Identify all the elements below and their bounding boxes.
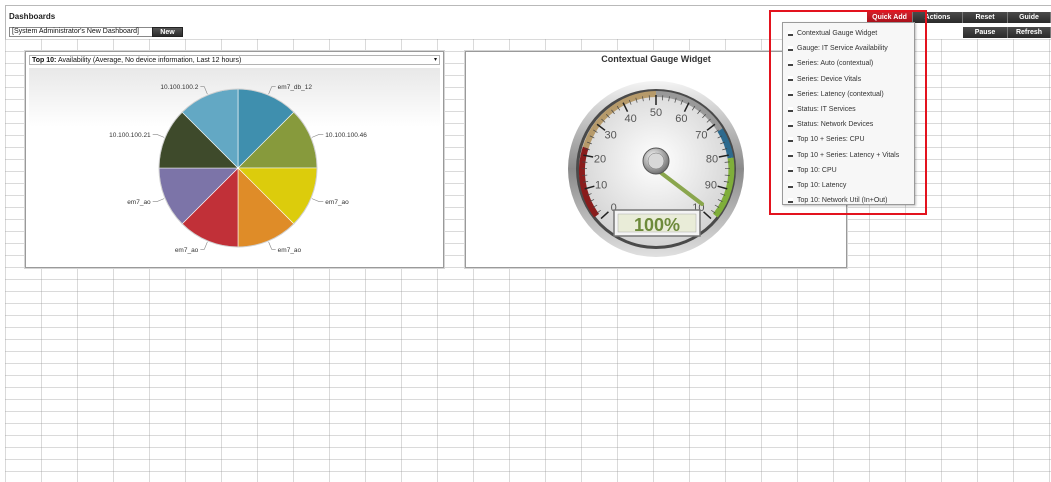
widget-icon: [788, 182, 793, 188]
widget-icon: [788, 30, 793, 36]
new-dashboard-button[interactable]: New: [152, 27, 183, 37]
gauge-tick-label: 80: [706, 153, 718, 165]
pie-slice-label: 10.100.100.46: [325, 132, 367, 139]
pie-label-leader: [311, 134, 324, 138]
widget-icon: [788, 76, 793, 82]
widget-title-text: Availability (Average, No device informa…: [57, 57, 242, 64]
quick-add-menu-item[interactable]: Series: Latency (contextual): [783, 87, 914, 102]
menu-item-label: Top 10: Latency: [797, 181, 847, 189]
pie-label-leader: [152, 198, 165, 202]
quick-add-menu-item[interactable]: Series: Device Vitals: [783, 72, 914, 87]
pie-label-leader: [152, 134, 165, 138]
widget-icon: [788, 152, 793, 158]
pie-chart: em7_db_12 10.100.100.46 em7_ao em7_ao em7_ao…: [109, 84, 367, 254]
pie-slice-label: em7_ao: [127, 199, 151, 206]
menu-item-label: Series: Auto (contextual): [797, 60, 874, 68]
reset-button[interactable]: Reset: [963, 12, 1008, 23]
quick-add-menu-item[interactable]: Contextual Gauge Widget: [783, 26, 914, 41]
gauge-hub-cap: [647, 152, 665, 170]
quick-add-menu-item[interactable]: Top 10 + Series: Latency + Vitals: [783, 148, 914, 163]
gauge-tick-label: 90: [705, 179, 717, 191]
menu-item-label: Top 10: CPU: [797, 166, 837, 174]
menu-item-label: Contextual Gauge Widget: [797, 30, 878, 37]
quick-add-menu-item[interactable]: Status: IT Services: [783, 102, 914, 117]
widget-body: em7_db_12 10.100.100.46 em7_ao em7_ao em7_ao…: [29, 68, 440, 264]
menu-item-label: Top 10 + Series: CPU: [797, 136, 865, 144]
top10-availability-widget[interactable]: Top 10: Availability (Average, No device…: [25, 51, 444, 268]
pie-label-leader: [268, 241, 276, 250]
quick-add-menu-item[interactable]: Top 10: Network Util (In+Out): [783, 193, 914, 208]
pie-slice-label: em7_ao: [325, 199, 349, 206]
widget-icon: [788, 136, 793, 142]
gauge-tick-label: 10: [595, 179, 607, 191]
quick-add-menu-item[interactable]: Status: Network Devices: [783, 117, 914, 132]
refresh-button[interactable]: Refresh: [1008, 27, 1051, 38]
page-title: Dashboards: [9, 12, 56, 21]
menu-item-label: Top 10 + Series: Latency + Vitals: [797, 151, 900, 159]
widget-icon: [788, 197, 793, 203]
widget-icon: [788, 61, 793, 67]
pie-label-leader: [268, 86, 276, 95]
actions-button[interactable]: Actions: [913, 12, 963, 23]
widget-title-bold: Top 10:: [32, 57, 57, 64]
gauge-tick-label: 60: [675, 113, 687, 125]
quick-add-menu-item[interactable]: Gauge: IT Service Availability: [783, 41, 914, 56]
gauge-tick-label: 40: [625, 113, 637, 125]
menu-item-label: Series: Device Vitals: [797, 75, 862, 83]
quick-add-menu-item[interactable]: Top 10 + Series: CPU: [783, 132, 914, 147]
pie-label-leader: [311, 198, 324, 202]
widget-icon: [788, 91, 793, 97]
menu-item-label: Status: IT Services: [797, 105, 856, 113]
pause-button[interactable]: Pause: [963, 27, 1008, 38]
pie-slice-label: 10.100.100.21: [109, 132, 151, 139]
quick-add-menu-item[interactable]: Top 10: CPU: [783, 163, 914, 178]
dashboard-select[interactable]: [System Administrator's New Dashboard] ▼: [9, 27, 169, 37]
guide-button[interactable]: Guide: [1008, 12, 1051, 23]
menu-item-label: Series: Latency (contextual): [797, 90, 884, 98]
menu-item-label: Gauge: IT Service Availability: [797, 45, 888, 53]
widget-icon: [788, 167, 793, 173]
pie-label-leader: [200, 86, 208, 95]
menu-item-label: Top 10: Network Util (In+Out): [797, 197, 888, 205]
menu-item-label: Status: Network Devices: [797, 121, 874, 129]
gauge-tick-label: 50: [650, 107, 662, 119]
widget-icon: [788, 121, 793, 127]
widget-header[interactable]: Top 10: Availability (Average, No device…: [29, 55, 440, 65]
dashboard-select-value: [System Administrator's New Dashboard]: [12, 28, 139, 35]
gauge-tick-label: 20: [594, 153, 606, 165]
widget-icon: [788, 106, 793, 112]
quick-add-menu-item[interactable]: Series: Auto (contextual): [783, 56, 914, 71]
quick-add-menu-item[interactable]: Top 10: Latency: [783, 178, 914, 193]
pie-slice-label: em7_db_12: [278, 84, 313, 91]
widget-icon: [788, 45, 793, 51]
pie-slice-label: em7_ao: [175, 247, 199, 254]
pie-slice-label: 10.100.100.2: [160, 84, 198, 91]
gauge-tick-label: 30: [604, 130, 616, 142]
pie-slice-label: em7_ao: [278, 247, 302, 254]
quick-add-menu: Contextual Gauge Widget Gauge: IT Service…: [782, 22, 915, 205]
gauge-tick-label: 70: [695, 130, 707, 142]
pie-label-leader: [200, 241, 208, 250]
widget-menu-caret-icon[interactable]: ▾: [434, 56, 437, 65]
gauge-value: 100%: [634, 215, 680, 235]
